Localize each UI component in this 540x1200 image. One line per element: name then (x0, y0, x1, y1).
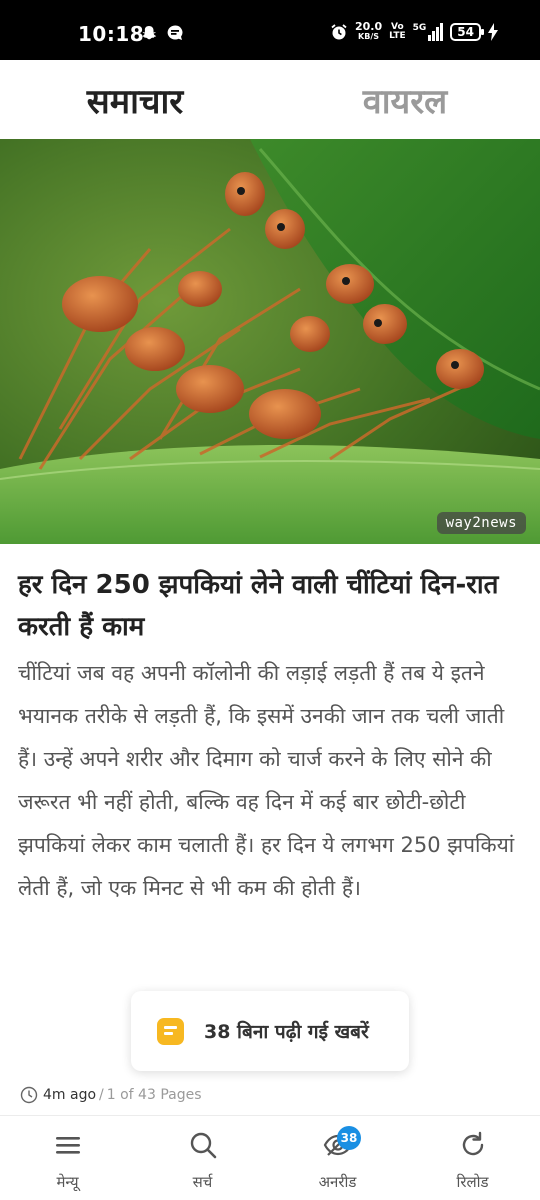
notification-icons (140, 24, 184, 42)
status-right-icons: 20.0 KB/S Vo LTE 5G 54 (330, 20, 498, 42)
nav-reload[interactable]: रिलोड (405, 1116, 540, 1200)
battery-indicator: 54 (450, 23, 484, 41)
alarm-icon (331, 24, 347, 40)
message-icon (167, 25, 183, 40)
page-count: 1 of 43 Pages (106, 1087, 202, 1103)
menu-icon (55, 1137, 80, 1154)
status-bar: 10:18 20.0 KB/S Vo LTE 5G 54 (0, 0, 540, 60)
search-icon (190, 1132, 216, 1159)
nav-search[interactable]: सर्च (135, 1116, 270, 1200)
article-headline: हर दिन 250 झपकियां लेने वाली चींटियां दि… (18, 570, 499, 642)
snapchat-icon (142, 26, 157, 40)
network-speed: 20.0 KB/S (354, 20, 383, 41)
tab-news[interactable]: समाचार (0, 60, 270, 140)
nav-unread-label: अनरीड (318, 1173, 357, 1191)
charging-icon (488, 23, 498, 41)
clock-icon (20, 1086, 38, 1104)
signal-icon: 5G (413, 23, 444, 41)
unread-count-badge: 38 (337, 1126, 361, 1150)
volte-indicator: Vo LTE (389, 22, 406, 41)
meta-separator: / (99, 1087, 104, 1103)
nav-search-label: सर्च (192, 1173, 213, 1191)
nav-reload-label: रिलोड (456, 1173, 489, 1191)
tab-viral[interactable]: वायरल (270, 60, 540, 140)
news-icon (157, 1017, 184, 1045)
nav-menu[interactable]: मेन्यू (0, 1116, 135, 1200)
nav-unread[interactable]: अनरीड (270, 1116, 405, 1200)
unread-news-button[interactable]: 38 बिना पढ़ी गई खबरें (131, 991, 409, 1071)
top-tabs: समाचार वायरल (0, 60, 540, 197)
watermark: way2news (436, 512, 526, 534)
article-body: चींटियां जब वह अपनी कॉलोनी की लड़ाई लड़त… (18, 661, 515, 900)
article-meta: 4m ago / 1 of 43 Pages (20, 1086, 202, 1104)
reload-icon (462, 1131, 483, 1156)
article-image[interactable]: way2news (0, 139, 540, 544)
bottom-navigation: मेन्यू सर्च अनरीड 38 रिलोड (0, 1115, 540, 1200)
status-time: 10:18 (78, 22, 145, 46)
nav-menu-label: मेन्यू (56, 1173, 79, 1191)
ants-on-leaf-illustration (0, 139, 540, 544)
time-ago: 4m ago (43, 1087, 97, 1103)
unread-news-label: 38 बिना पढ़ी गई खबरें (204, 1021, 369, 1043)
